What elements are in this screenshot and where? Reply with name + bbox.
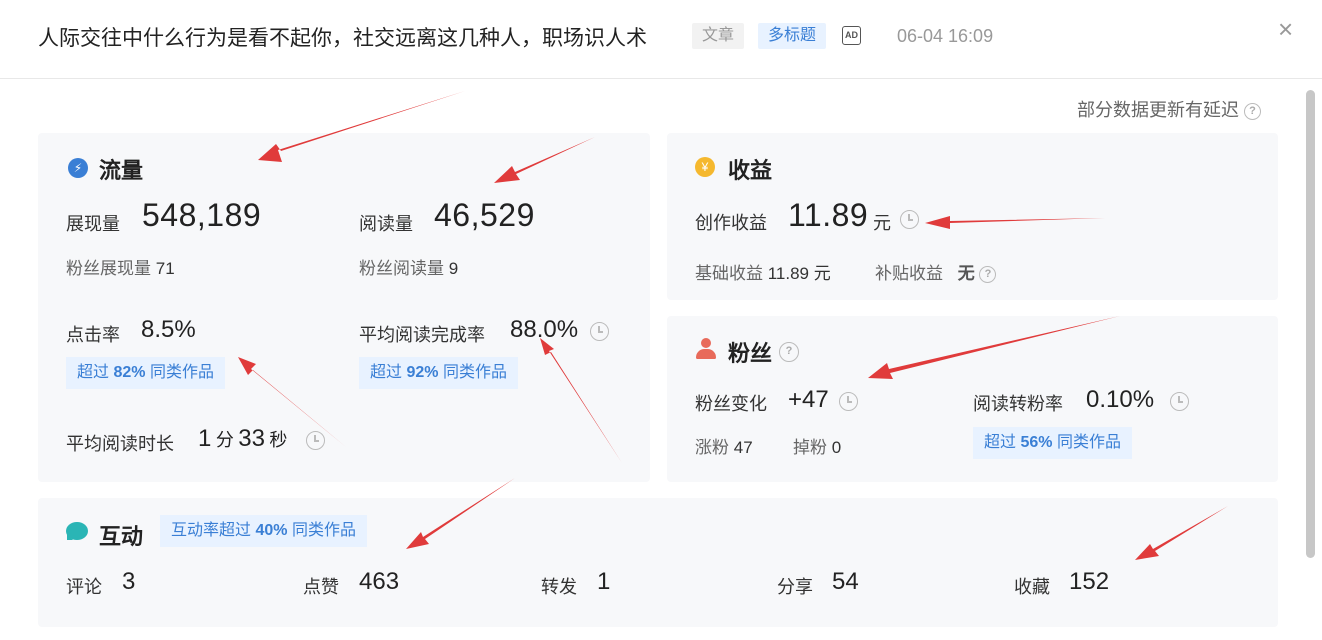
chat-bubble-tail [67, 534, 73, 540]
conversion-history-icon[interactable] [1170, 392, 1189, 411]
article-header: 人际交往中什么行为是看不起你，社交远离这几种人，职场识人术 文章 多标题 AD … [0, 0, 1322, 79]
avg-time-sec: 33 [238, 425, 265, 452]
ctr-value: 8.5% [141, 316, 196, 343]
yuan-icon: ¥ [695, 157, 715, 177]
interaction-badge-prefix: 互动率超过 [171, 522, 252, 539]
shares-value: 54 [832, 568, 859, 595]
fans-help-icon[interactable]: ? [779, 342, 799, 362]
fans-title: 粉丝 [728, 341, 773, 366]
fans-loss-label: 掉粉 [793, 438, 827, 457]
fans-change-history-icon[interactable] [839, 392, 858, 411]
comments-label: 评论 [66, 577, 102, 597]
impressions-label: 展现量 [66, 214, 120, 234]
avg-time-history-icon[interactable] [306, 431, 325, 450]
article-type-tag: 文章 [692, 23, 745, 49]
likes-value: 463 [359, 568, 400, 595]
person-icon [695, 338, 717, 360]
conversion-badge-prefix: 超过 [984, 434, 1017, 451]
conversion-badge-pct: 56% [1020, 434, 1053, 451]
avg-time-min: 1 [198, 425, 212, 452]
avg-read-time-label: 平均阅读时长 [66, 434, 174, 454]
base-revenue-label: 基础收益 [695, 264, 763, 283]
completion-badge-prefix: 超过 [370, 364, 403, 381]
favorites-value: 152 [1069, 568, 1110, 595]
ctr-badge-prefix: 超过 [77, 364, 110, 381]
publish-datetime: 06-04 16:09 [897, 26, 994, 46]
fans-card: 粉丝 ? 粉丝变化 +47 阅读转粉率 0.10% 涨粉 47 掉粉 0 超过 … [667, 316, 1278, 482]
interaction-card: 互动 互动率超过 40% 同类作品 评论 3 点赞 463 转发 1 分享 54… [38, 498, 1278, 627]
avg-read-time-value: 1 分 33 秒 [198, 425, 287, 453]
ctr-badge-suffix: 同类作品 [149, 364, 214, 381]
creation-revenue-value: 11.89 [788, 197, 869, 233]
conversion-value: 0.10% [1086, 386, 1155, 413]
likes-label: 点赞 [303, 577, 339, 597]
avg-time-min-unit: 分 [215, 430, 234, 450]
data-delay-note-text: 部分数据更新有延迟 [1077, 100, 1239, 120]
article-title[interactable]: 人际交往中什么行为是看不起你，社交远离这几种人，职场识人术 [38, 22, 647, 52]
ctr-label: 点击率 [66, 325, 120, 345]
creation-revenue-unit: 元 [873, 213, 891, 233]
traffic-card: ⚡ 流量 展现量 548,189 阅读量 46,529 粉丝展现量 71 粉丝阅… [38, 133, 650, 482]
multi-title-tag[interactable]: 多标题 [758, 23, 827, 49]
shares-label: 分享 [777, 577, 813, 597]
ctr-badge-pct: 82% [113, 364, 146, 381]
interaction-badge: 互动率超过 40% 同类作品 [160, 515, 367, 547]
ctr-badge: 超过 82% 同类作品 [66, 357, 225, 389]
avg-time-sec-unit: 秒 [269, 430, 288, 450]
impressions-value: 548,189 [142, 197, 262, 233]
favorites-label: 收藏 [1014, 577, 1050, 597]
traffic-title: 流量 [99, 158, 144, 183]
interaction-badge-pct: 40% [255, 522, 288, 539]
subsidy-revenue-label: 补贴收益 [875, 264, 943, 283]
completion-value: 88.0% [510, 316, 579, 343]
fan-reads-label: 粉丝阅读量 [359, 259, 444, 278]
interaction-title: 互动 [99, 524, 144, 549]
completion-label: 平均阅读完成率 [359, 325, 485, 345]
close-icon[interactable]: × [1278, 16, 1293, 42]
lightning-icon: ⚡ [68, 158, 88, 178]
reposts-label: 转发 [541, 577, 577, 597]
completion-badge-pct: 92% [406, 364, 439, 381]
conversion-badge-suffix: 同类作品 [1056, 434, 1121, 451]
subsidy-revenue: 补贴收益 无 ? [875, 259, 997, 284]
reads-label: 阅读量 [359, 214, 413, 234]
reposts-value: 1 [597, 568, 611, 595]
revenue-history-icon[interactable] [900, 210, 919, 229]
fan-impressions-label: 粉丝展现量 [66, 259, 151, 278]
subsidy-revenue-value: 无 [957, 264, 975, 283]
fans-gain: 涨粉 47 [695, 433, 753, 458]
help-icon[interactable]: ? [1244, 102, 1262, 120]
revenue-title: 收益 [728, 158, 773, 183]
fans-gain-value: 47 [733, 438, 753, 457]
fans-loss: 掉粉 0 [793, 433, 841, 458]
interaction-badge-suffix: 同类作品 [291, 522, 356, 539]
fan-reads: 粉丝阅读量 9 [359, 254, 458, 279]
completion-badge-suffix: 同类作品 [442, 364, 507, 381]
scrollbar[interactable] [1306, 90, 1315, 558]
revenue-card: ¥ 收益 创作收益 11.89 元 基础收益 11.89 元 补贴收益 无 ? [667, 133, 1278, 300]
creation-revenue-label: 创作收益 [695, 213, 767, 233]
base-revenue: 基础收益 11.89 元 [695, 259, 831, 284]
completion-history-icon[interactable] [590, 322, 609, 341]
conversion-label: 阅读转粉率 [973, 394, 1063, 414]
fans-change-value: +47 [788, 386, 829, 413]
subsidy-help-icon[interactable]: ? [979, 266, 997, 284]
fan-impressions-value: 71 [155, 259, 175, 278]
data-delay-note: 部分数据更新有延迟 ? [1077, 96, 1262, 122]
comments-value: 3 [122, 568, 136, 595]
fan-impressions: 粉丝展现量 71 [66, 254, 175, 279]
ad-icon: AD [842, 26, 861, 45]
conversion-badge: 超过 56% 同类作品 [973, 427, 1132, 459]
completion-badge: 超过 92% 同类作品 [359, 357, 518, 389]
base-revenue-value: 11.89 元 [767, 264, 831, 283]
reads-value: 46,529 [434, 197, 535, 233]
fan-reads-value: 9 [448, 259, 459, 278]
fans-gain-label: 涨粉 [695, 438, 729, 457]
fans-change-label: 粉丝变化 [695, 394, 767, 414]
fans-loss-value: 0 [831, 438, 842, 457]
